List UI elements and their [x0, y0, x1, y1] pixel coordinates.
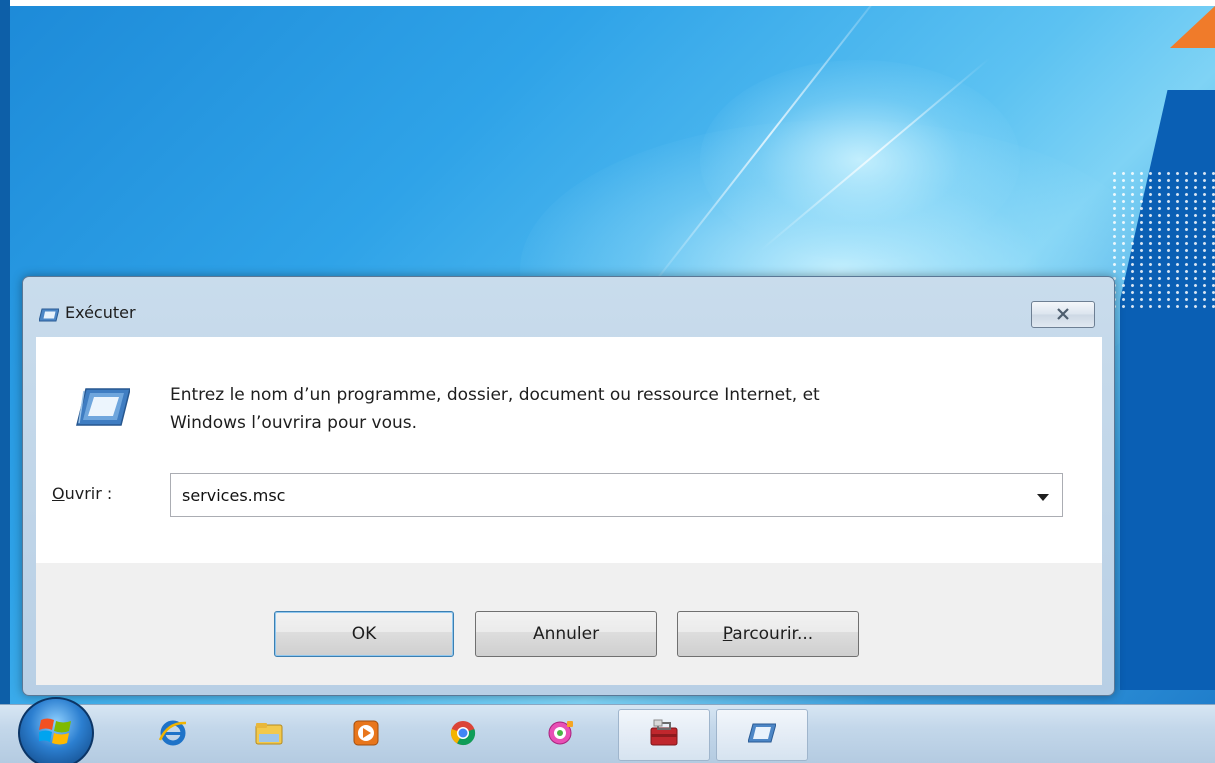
dialog-footer: OK Annuler Parcourir... [36, 563, 1102, 685]
taskbar-toolbox[interactable] [637, 713, 691, 757]
cancel-button[interactable]: Annuler [475, 611, 657, 657]
title-bar[interactable]: Exécuter [23, 277, 1114, 337]
wallpaper-orange-shape [1170, 6, 1215, 48]
top-edge [0, 0, 1215, 6]
run-icon [38, 307, 60, 322]
taskbar-run[interactable] [735, 713, 789, 757]
instruction-text: Entrez le nom d’un programme, dossier, d… [170, 381, 1050, 437]
instruction-line-1: Entrez le nom d’un programme, dossier, d… [170, 385, 820, 405]
taskbar-chrome[interactable] [436, 713, 490, 757]
ok-button[interactable]: OK [274, 611, 454, 657]
run-program-icon [76, 387, 131, 427]
folder-icon [254, 720, 284, 750]
left-edge [0, 0, 10, 763]
chrome-icon [449, 719, 477, 751]
pink-app-icon [545, 718, 575, 752]
taskbar-media-player[interactable] [339, 713, 393, 757]
close-icon [1056, 305, 1070, 324]
taskbar-file-explorer[interactable] [242, 713, 296, 757]
chevron-down-icon [1037, 486, 1049, 505]
internet-explorer-icon [158, 718, 188, 752]
browse-label-rest: arcourir... [732, 624, 814, 644]
windows-logo-icon [37, 716, 73, 750]
taskbar [0, 697, 1215, 763]
browse-button[interactable]: Parcourir... [677, 611, 859, 657]
browse-button-label: Parcourir... [723, 624, 813, 644]
close-button[interactable] [1031, 301, 1095, 328]
instruction-line-2: Windows l’ouvrira pour vous. [170, 413, 418, 433]
browse-label-accel: P [722, 624, 733, 644]
cancel-button-label: Annuler [532, 624, 600, 644]
ok-button-label: OK [351, 624, 377, 644]
taskbar-internet-explorer[interactable] [146, 713, 200, 757]
desktop: Exécuter Entrez le nom d’un programme, d… [0, 0, 1215, 763]
open-combobox[interactable] [170, 473, 1063, 517]
run-dialog: Exécuter Entrez le nom d’un programme, d… [22, 276, 1115, 696]
wallpaper-dots [1110, 170, 1215, 310]
start-button[interactable] [18, 697, 94, 763]
open-input[interactable] [172, 475, 1012, 515]
dialog-title: Exécuter [65, 303, 136, 322]
run-icon [747, 723, 777, 747]
media-player-icon [352, 719, 380, 751]
taskbar-pink-app[interactable] [533, 713, 587, 757]
dropdown-button[interactable] [1025, 475, 1061, 515]
open-label: Ouvrir : [52, 484, 112, 503]
toolbox-icon [648, 718, 680, 752]
open-label-accel: O [52, 484, 65, 503]
open-label-rest: uvrir : [64, 484, 113, 503]
dialog-body: Entrez le nom d’un programme, dossier, d… [36, 337, 1102, 563]
